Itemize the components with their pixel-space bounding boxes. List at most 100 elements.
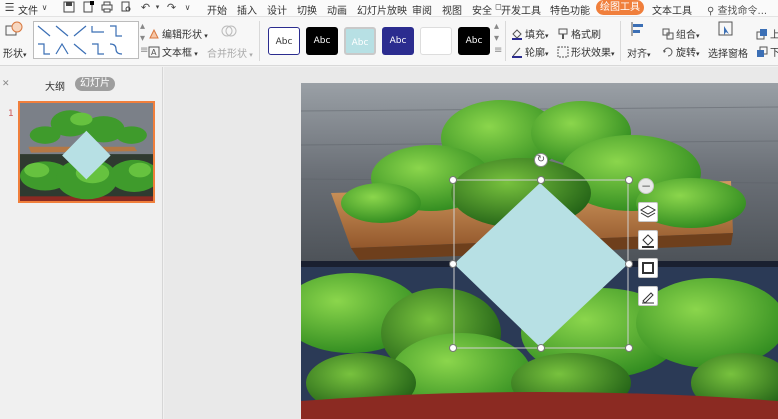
swatch-scroll-down-icon[interactable]: ▾ — [494, 33, 499, 44]
send-down-button[interactable]: 下移 — [756, 44, 778, 59]
swatch-text: Abc — [275, 37, 293, 47]
chevron-down-icon: ▾ — [545, 32, 549, 40]
format-brush-button[interactable]: 格式刷 — [557, 26, 601, 41]
undo-dropdown-icon[interactable]: ▾ — [151, 1, 164, 14]
tab-text-tools[interactable]: 文本工具 — [652, 2, 692, 17]
resize-handle-s[interactable] — [537, 344, 545, 352]
search-input[interactable]: 查找命令... — [718, 6, 768, 17]
style-swatch-light-blue[interactable]: Abc — [344, 27, 376, 55]
tab-special[interactable]: 特色功能 — [550, 2, 590, 17]
edit-shape-button[interactable]: 编辑形状 ▾ — [148, 26, 208, 41]
align-label: 对齐 — [627, 49, 647, 60]
tab-developer[interactable]: 开发工具 — [501, 2, 541, 17]
redo-icon[interactable]: ↷ — [165, 1, 178, 14]
layers-button[interactable] — [638, 202, 658, 222]
menu-bar: ☰ 文件 ∨ ↶ ▾ ↷ ∨ 开始 插入 设计 切换 动画 幻灯片放映 审阅 视… — [0, 0, 778, 17]
select-pane-button[interactable]: 选择窗格 — [708, 45, 748, 60]
merge-shape-button[interactable]: 合并形状 ▾ — [207, 45, 253, 60]
print-preview-icon[interactable] — [119, 1, 132, 14]
tab-outline[interactable]: 大纲 — [45, 78, 65, 93]
collapse-panel-icon[interactable]: ✕ — [2, 79, 10, 89]
resize-handle-se[interactable] — [625, 344, 633, 352]
resize-handle-nw[interactable] — [449, 176, 457, 184]
ribbon-divider — [505, 21, 506, 61]
slide-number: 1 — [8, 109, 14, 119]
resize-handle-ne[interactable] — [625, 176, 633, 184]
chevron-down-icon: ▾ — [202, 32, 208, 40]
chevron-down-icon: ▾ — [647, 51, 651, 59]
chevron-down-icon: ▾ — [192, 50, 198, 58]
swatch-more-icon[interactable]: ≡ — [494, 45, 502, 56]
swatch-scroll-up-icon[interactable]: ▴ — [494, 21, 499, 32]
group-button[interactable]: 组合▾ — [662, 26, 700, 41]
search-command[interactable]: ⚲ 查找命令... — [707, 2, 767, 17]
slide-1[interactable] — [301, 83, 778, 419]
tab-slideshow[interactable]: 幻灯片放映 — [357, 2, 407, 17]
ribbon-divider — [620, 21, 621, 61]
export-pdf-icon[interactable] — [81, 1, 94, 14]
shape-button[interactable] — [5, 21, 23, 40]
slide-thumbnail-image — [20, 103, 153, 201]
customize-toolbar-icon[interactable]: ∨ — [181, 1, 194, 14]
edit-shape-label: 编辑形状 — [162, 30, 202, 41]
tab-design[interactable]: 设计 — [267, 2, 287, 17]
bring-up-button[interactable]: 上移 — [756, 26, 778, 41]
outline-button[interactable]: 轮廓▾ — [511, 44, 549, 59]
edit-quick-button[interactable] — [638, 286, 658, 306]
chevron-down-icon: ▾ — [247, 51, 253, 59]
tab-security[interactable]: 安全 — [472, 2, 492, 17]
shape-label[interactable]: 形状▾ — [3, 45, 27, 60]
file-menu[interactable]: 文件 — [18, 2, 38, 17]
tab-animation[interactable]: 动画 — [327, 2, 347, 17]
save-icon[interactable] — [62, 1, 75, 14]
resize-handle-n[interactable] — [537, 176, 545, 184]
shape-gallery[interactable] — [33, 21, 139, 59]
svg-text:A: A — [151, 48, 157, 57]
gallery-scroll-up-icon[interactable]: ▴ — [140, 21, 145, 32]
chevron-down-icon: ▾ — [23, 51, 27, 59]
slide-canvas[interactable]: ↻ − — [164, 67, 778, 419]
shape-effects-button[interactable]: 形状效果▾ — [557, 44, 615, 59]
align-button[interactable]: 对齐▾ — [627, 45, 651, 60]
tab-insert[interactable]: 插入 — [237, 2, 257, 17]
gallery-scroll-down-icon[interactable]: ▾ — [140, 33, 145, 44]
swatch-text: Abc — [313, 36, 331, 46]
rotate-handle-icon[interactable]: ↻ — [534, 153, 548, 167]
collapse-toolbar-icon[interactable]: − — [638, 178, 654, 194]
rotate-icon — [662, 46, 674, 58]
tab-slides[interactable]: 幻灯片 — [75, 77, 115, 91]
tab-home[interactable]: 开始 — [207, 2, 227, 17]
resize-handle-e[interactable] — [625, 260, 633, 268]
align-icon — [630, 21, 646, 40]
resize-handle-sw[interactable] — [449, 344, 457, 352]
tab-transition[interactable]: 切换 — [297, 2, 317, 17]
print-icon[interactable] — [100, 1, 113, 14]
style-swatch-navy[interactable]: Abc — [382, 27, 414, 55]
bring-up-label: 上移 — [770, 30, 778, 41]
tab-view[interactable]: 视图 — [442, 2, 462, 17]
slide-thumbnail-1[interactable] — [18, 101, 155, 203]
edit-shape-icon — [148, 28, 160, 40]
ribbon: 形状▾ ▴ ▾ ≡ 编辑形状 ▾ A 文本框 ▾ 合并形状 ▾ Abc Abc A… — [0, 17, 778, 66]
group-icon — [662, 28, 674, 40]
shape-icon — [5, 21, 23, 36]
resize-handle-w[interactable] — [449, 260, 457, 268]
select-pane-label: 选择窗格 — [708, 49, 748, 60]
style-swatch-white[interactable]: Abc — [268, 27, 300, 55]
fill-quick-button[interactable] — [638, 230, 658, 250]
outline-quick-button[interactable] — [638, 258, 658, 278]
rotate-button[interactable]: 旋转▾ — [662, 44, 700, 59]
merge-shape-label: 合并形状 — [207, 49, 247, 60]
tab-drawing-tools[interactable]: 绘图工具 — [596, 0, 644, 15]
ribbon-divider — [259, 21, 260, 61]
chevron-down-icon[interactable]: ∨ — [38, 1, 51, 14]
style-swatch-blank[interactable] — [420, 27, 452, 55]
text-box-button[interactable]: A 文本框 ▾ — [148, 44, 198, 59]
fill-button[interactable]: 填充▾ — [511, 26, 549, 41]
tab-review[interactable]: 审阅 — [412, 2, 432, 17]
slide-panel: ✕ 大纲 幻灯片 1 — [0, 67, 163, 419]
style-swatch-black[interactable]: Abc — [306, 27, 338, 55]
swatch-text: Abc — [389, 36, 407, 46]
menu-icon[interactable]: ☰ — [3, 1, 16, 14]
style-swatch-black-2[interactable]: Abc — [458, 27, 490, 55]
